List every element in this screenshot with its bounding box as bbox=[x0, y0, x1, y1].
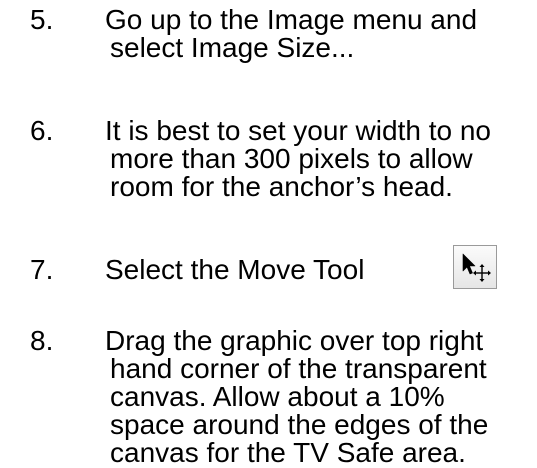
step-text-line: hand corner of the transparent bbox=[110, 353, 487, 384]
step-text-line: It is best to set your width to no bbox=[105, 115, 491, 146]
step-text-line: more than 300 pixels to allow bbox=[110, 143, 473, 174]
step-text-line: canvas for the TV Safe area. bbox=[110, 437, 466, 468]
step-text-line: select Image Size... bbox=[110, 32, 355, 63]
step-text-line: space around the edges of the bbox=[110, 409, 489, 440]
move-tool-glyph bbox=[462, 253, 491, 282]
step-text: Go up to the Image menu and select Image… bbox=[105, 6, 525, 62]
step-number: 5. bbox=[30, 4, 54, 35]
move-tool-icon bbox=[453, 245, 497, 289]
step-number: 6. bbox=[30, 115, 54, 146]
step-text-line: Drag the graphic over top right bbox=[105, 325, 484, 356]
step-text-line: Go up to the Image menu and bbox=[105, 4, 478, 35]
step-number: 7. bbox=[30, 254, 54, 285]
step-text-line: room for the anchor’s head. bbox=[110, 171, 453, 202]
step-text: It is best to set your width to no more … bbox=[105, 117, 525, 201]
step-text: Drag the graphic over top right hand cor… bbox=[105, 327, 525, 467]
step-text-line: canvas. Allow about a 10% bbox=[110, 381, 445, 412]
step-number: 8. bbox=[30, 325, 54, 356]
